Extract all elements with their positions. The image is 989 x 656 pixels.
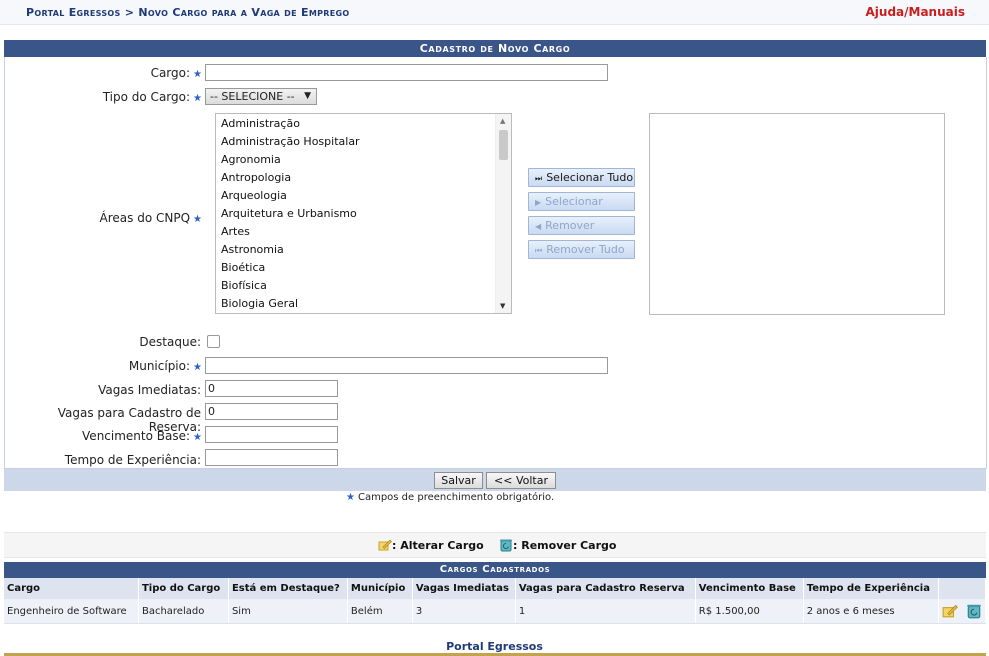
column-header: Vencimento Base bbox=[695, 578, 804, 599]
edit-icon[interactable] bbox=[942, 603, 958, 618]
cell-actions bbox=[938, 599, 987, 624]
cell-tipo: Bacharelado bbox=[138, 599, 229, 624]
chevron-down-icon: ▼ bbox=[304, 91, 311, 101]
selected-areas-list[interactable] bbox=[649, 113, 945, 315]
fast-forward-icon: ⏭ bbox=[535, 174, 543, 183]
breadcrumb-current: Novo Cargo para a Vaga de Emprego bbox=[138, 6, 350, 19]
column-header: Tempo de Experiência bbox=[803, 578, 939, 599]
breadcrumb-separator: > bbox=[124, 6, 135, 19]
edit-icon bbox=[378, 539, 392, 551]
trash-icon[interactable] bbox=[966, 603, 982, 619]
areas-scrollbar[interactable]: ▲ ▼ bbox=[495, 114, 511, 313]
destaque-checkbox[interactable] bbox=[207, 335, 220, 348]
required-star-icon: ★ bbox=[193, 432, 202, 443]
areas-label: Áreas do CNPQ ★ bbox=[99, 211, 202, 225]
breadcrumb-root[interactable]: Portal Egressos bbox=[26, 6, 121, 19]
breadcrumb: Portal Egressos > Novo Cargo para a Vaga… bbox=[26, 6, 349, 19]
area-option[interactable]: Biofísica bbox=[221, 279, 267, 292]
select-all-button[interactable]: ⏭ Selecionar Tudo bbox=[528, 168, 635, 187]
legend: : Alterar Cargo : Remover Cargo bbox=[378, 538, 616, 552]
required-star-icon: ★ bbox=[193, 69, 202, 80]
column-header: Tipo do Cargo bbox=[138, 578, 229, 599]
area-option[interactable]: Antropologia bbox=[221, 171, 291, 184]
tipo-label: Tipo do Cargo: ★ bbox=[102, 90, 202, 104]
area-option[interactable]: Artes bbox=[221, 225, 250, 238]
area-option[interactable]: Administração Hospitalar bbox=[221, 135, 360, 148]
cell-vagas-reserva: 1 bbox=[515, 599, 696, 624]
cargo-input[interactable] bbox=[205, 64, 608, 81]
vencimento-label: Vencimento Base: ★ bbox=[82, 429, 202, 443]
footer-text[interactable]: Portal Egressos bbox=[0, 640, 989, 653]
remove-all-button[interactable]: ⏮ Remover Tudo bbox=[528, 240, 635, 259]
trash-icon bbox=[500, 539, 513, 552]
municipio-label: Município: ★ bbox=[128, 359, 202, 373]
table-row: Engenheiro de Software Bacharelado Sim B… bbox=[4, 599, 987, 624]
area-option[interactable]: Bioética bbox=[221, 261, 265, 274]
remove-button[interactable]: ◀ Remover bbox=[528, 216, 635, 235]
table-header-row: Cargo Tipo do Cargo Está em Destaque? Mu… bbox=[4, 578, 987, 599]
back-button[interactable]: << Voltar bbox=[486, 472, 556, 489]
cell-cargo: Engenheiro de Software bbox=[4, 599, 139, 624]
cell-tempo: 2 anos e 6 meses bbox=[803, 599, 939, 624]
areas-cnpq-list[interactable]: Administração Administração Hospitalar A… bbox=[215, 113, 512, 314]
select-button[interactable]: ▶ Selecionar bbox=[528, 192, 635, 211]
cell-vagas-imediatas: 3 bbox=[412, 599, 516, 624]
tipo-cargo-select[interactable]: -- SELECIONE -- ▼ bbox=[205, 88, 317, 105]
vagas-imediatas-input[interactable]: 0 bbox=[205, 380, 338, 397]
column-header: Município bbox=[347, 578, 413, 599]
vagas-reserva-input[interactable]: 0 bbox=[205, 403, 338, 420]
form-title: Cadastro de Novo Cargo bbox=[4, 40, 986, 57]
play-right-icon: ▶ bbox=[535, 198, 542, 207]
column-header: Vagas para Cadastro Reserva bbox=[515, 578, 696, 599]
area-option[interactable]: Arquitetura e Urbanismo bbox=[221, 207, 357, 220]
column-header: Cargo bbox=[4, 578, 139, 599]
required-star-icon: ★ bbox=[346, 492, 355, 503]
area-option[interactable]: Agronomia bbox=[221, 153, 281, 166]
scroll-up-icon[interactable]: ▲ bbox=[500, 117, 505, 125]
cargo-label: Cargo: ★ bbox=[150, 66, 202, 80]
scroll-thumb[interactable] bbox=[499, 130, 508, 160]
play-left-icon: ◀ bbox=[535, 222, 542, 231]
required-note: ★ Campos de preenchimento obrigatório. bbox=[346, 492, 555, 503]
vencimento-input[interactable] bbox=[205, 426, 338, 443]
column-header: Está em Destaque? bbox=[228, 578, 348, 599]
area-option[interactable]: Biologia Geral bbox=[221, 297, 298, 310]
tempo-experiencia-label: Tempo de Experiência: bbox=[64, 453, 201, 467]
cell-destaque: Sim bbox=[228, 599, 348, 624]
scroll-down-icon[interactable]: ▼ bbox=[500, 302, 505, 310]
required-star-icon: ★ bbox=[193, 362, 202, 373]
cell-municipio: Belém bbox=[347, 599, 413, 624]
column-header-actions bbox=[938, 578, 987, 599]
required-star-icon: ★ bbox=[193, 214, 202, 225]
municipio-input[interactable] bbox=[205, 357, 608, 374]
fast-rewind-icon: ⏮ bbox=[535, 246, 543, 255]
cell-vencimento: R$ 1.500,00 bbox=[695, 599, 804, 624]
area-option[interactable]: Astronomia bbox=[221, 243, 284, 256]
help-manuals-link[interactable]: Ajuda/Manuais bbox=[866, 5, 966, 19]
tempo-experiencia-input[interactable] bbox=[205, 449, 338, 466]
table-title: Cargos Cadastrados bbox=[4, 562, 986, 578]
destaque-label: Destaque: bbox=[139, 335, 201, 349]
save-button[interactable]: Salvar bbox=[434, 472, 483, 489]
tipo-cargo-selected: -- SELECIONE -- bbox=[210, 90, 295, 103]
vagas-imediatas-label: Vagas Imediatas: bbox=[98, 383, 201, 397]
cargos-table: Cargo Tipo do Cargo Está em Destaque? Mu… bbox=[4, 578, 987, 624]
column-header: Vagas Imediatas bbox=[412, 578, 516, 599]
area-option[interactable]: Administração bbox=[221, 117, 300, 130]
required-star-icon: ★ bbox=[193, 93, 202, 104]
area-option[interactable]: Arqueologia bbox=[221, 189, 287, 202]
